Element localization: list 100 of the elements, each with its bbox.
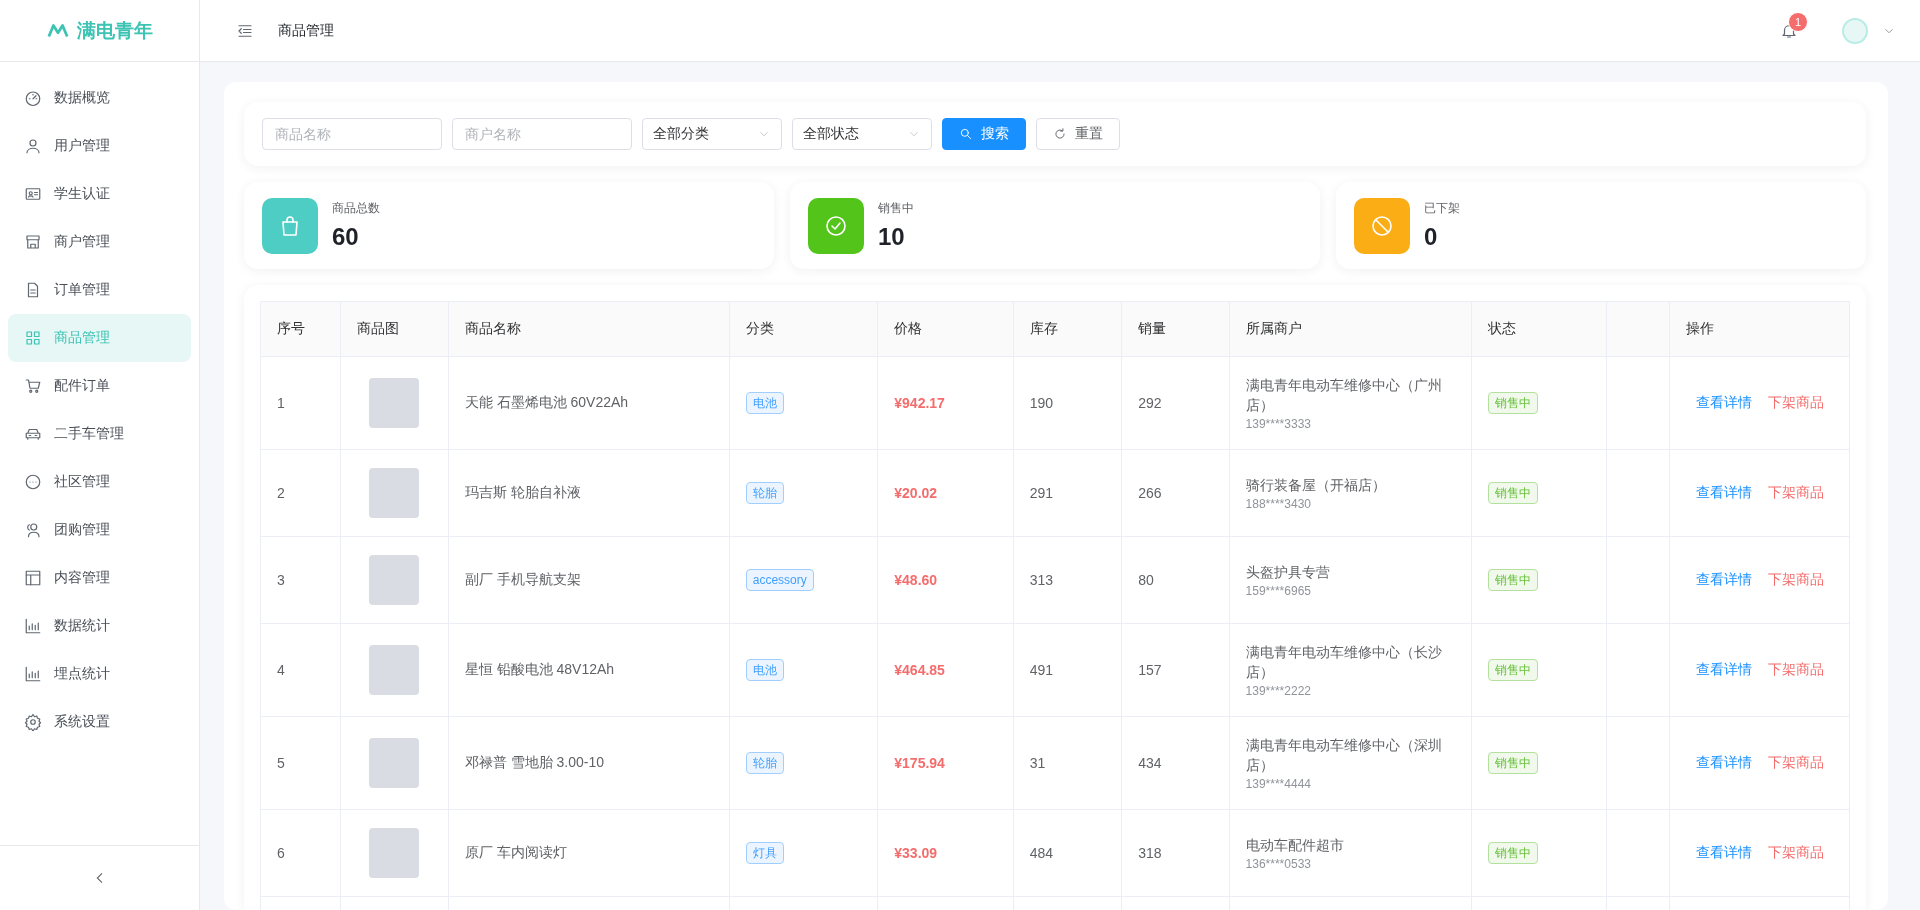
sidebar-item[interactable]: 内容管理 (8, 554, 191, 602)
table-cell: 邓禄普 雪地胎 3.00-10 (448, 716, 730, 810)
layout-icon (24, 569, 42, 587)
user-icon (24, 137, 42, 155)
status-tag: 销售中 (1488, 659, 1539, 681)
status-tag: 销售中 (1488, 392, 1539, 414)
table-cell: 玛吉斯 轮胎自补液 (448, 449, 730, 537)
sidebar-item[interactable]: 学生认证 (8, 170, 191, 218)
gear-icon (24, 713, 42, 731)
ban-icon (1370, 213, 1394, 238)
table-cell: 484 (1013, 809, 1122, 897)
photo-placeholder (369, 468, 420, 518)
merchant-name: 头盔护具专营 (1245, 563, 1331, 582)
table-cell: 星恒 铅酸电池 48V12Ah (448, 623, 730, 717)
sidebar-item[interactable]: 订单管理 (8, 266, 191, 314)
category-tag: 灯具 (745, 842, 784, 864)
users-icon (24, 521, 42, 539)
merchant-phone: 139****2222 (1245, 684, 1312, 698)
sidebar-item[interactable]: 团购管理 (8, 506, 191, 554)
reset-button[interactable]: 重置 (1036, 118, 1120, 150)
column-header: 价格 (877, 301, 1014, 357)
stat-value: 60 (332, 223, 360, 251)
table-cell: 318 (1121, 809, 1230, 897)
category-tag: accessory (745, 569, 814, 591)
sidebar-item[interactable]: 二手车管理 (8, 410, 191, 458)
id-card-icon (24, 185, 42, 203)
table-cell: 3 (260, 536, 341, 624)
stat-label: 销售中 (878, 200, 914, 217)
price-text: ¥33.09 (894, 845, 938, 861)
merchant-name: 骑行装备屋（开福店） (1245, 476, 1387, 495)
table-cell: 1 (260, 356, 341, 450)
sidebar-item[interactable]: 用户管理 (8, 122, 191, 170)
column-header: 库存 (1013, 301, 1122, 357)
search-icon (959, 127, 973, 141)
table-cell: 266 (1121, 449, 1230, 537)
table-cell: 80 (1121, 536, 1230, 624)
category-tag: 轮胎 (745, 482, 784, 504)
column-header: 操作 (1669, 301, 1850, 357)
page-title: 商品管理 (278, 21, 334, 40)
category-tag: 电池 (745, 659, 784, 681)
table-cell: 4 (260, 623, 341, 717)
price-text: ¥20.02 (894, 485, 938, 501)
price-text: ¥48.60 (894, 572, 938, 588)
status-select[interactable]: 全部状态 (792, 118, 932, 150)
status-tag: 销售中 (1488, 752, 1539, 774)
check-circle-icon (824, 213, 848, 238)
sidebar-item[interactable]: 埋点统计 (8, 650, 191, 698)
table-cell: 6 (260, 809, 341, 897)
merchant-phone: 159****6965 (1245, 584, 1312, 598)
gauge-icon (24, 89, 42, 107)
photo-placeholder (369, 645, 420, 695)
sidebar-item[interactable]: 数据统计 (8, 602, 191, 650)
table-cell: 291 (1013, 449, 1122, 537)
notification-badge: 1 (1788, 11, 1808, 32)
table-cell: 31 (1013, 716, 1122, 810)
bar-chart-icon (24, 665, 42, 683)
table-cell: 491 (1013, 623, 1122, 717)
merchant-name: 满电青年电动车维修中心（深圳店） (1245, 736, 1443, 775)
merchant-phone: 139****4444 (1245, 777, 1312, 791)
column-header: 商品图 (340, 301, 449, 357)
column-header: 商品名称 (448, 301, 730, 357)
sidebar-item[interactable]: 商户管理 (8, 218, 191, 266)
table-cell: 天能 石墨烯电池 60V22Ah (448, 356, 730, 450)
sidebar-item[interactable]: 数据概览 (8, 74, 191, 122)
category-select[interactable]: 全部分类 (642, 118, 782, 150)
category-tag: 轮胎 (745, 752, 784, 774)
column-header: 销量 (1121, 301, 1230, 357)
product-name-field[interactable]: 商品名称 (262, 118, 442, 150)
merchant-name: 电动车配件超市 (1245, 836, 1345, 855)
stat-value: 10 (878, 223, 906, 251)
price-text: ¥464.85 (894, 662, 945, 678)
grid-icon (24, 329, 42, 347)
table-cell: 157 (1121, 623, 1230, 717)
cart-icon (24, 377, 42, 395)
column-header: 序号 (260, 301, 341, 357)
sidebar-item[interactable]: 系统设置 (8, 698, 191, 746)
table-cell: 190 (1013, 356, 1122, 450)
merchant-name: 满电青年电动车维修中心（广州店） (1245, 376, 1443, 415)
stat-label: 商品总数 (332, 200, 380, 217)
stat-value: 0 (1424, 223, 1439, 251)
merchant-phone: 136****0533 (1245, 857, 1312, 871)
sidebar-item[interactable]: 配件订单 (8, 362, 191, 410)
merchant-name-field[interactable]: 商户名称 (452, 118, 632, 150)
status-tag: 销售中 (1488, 842, 1539, 864)
photo-placeholder (369, 738, 420, 788)
table-cell: 292 (1121, 356, 1230, 450)
category-tag: 电池 (745, 392, 784, 414)
merchant-phone: 139****3333 (1245, 417, 1312, 431)
sidebar-item[interactable]: 社区管理 (8, 458, 191, 506)
table-cell: 原厂 车内阅读灯 (448, 809, 730, 897)
photo-placeholder (369, 555, 420, 605)
price-text: ¥175.94 (894, 755, 945, 771)
photo-placeholder (369, 378, 420, 428)
photo-placeholder (369, 828, 420, 878)
store-icon (24, 233, 42, 251)
table-cell: 2 (260, 449, 341, 537)
merchant-name: 满电青年电动车维修中心（长沙店） (1245, 643, 1443, 682)
chat-icon (24, 473, 42, 491)
refresh-icon (1053, 127, 1067, 141)
merchant-phone: 188****3430 (1245, 497, 1312, 511)
